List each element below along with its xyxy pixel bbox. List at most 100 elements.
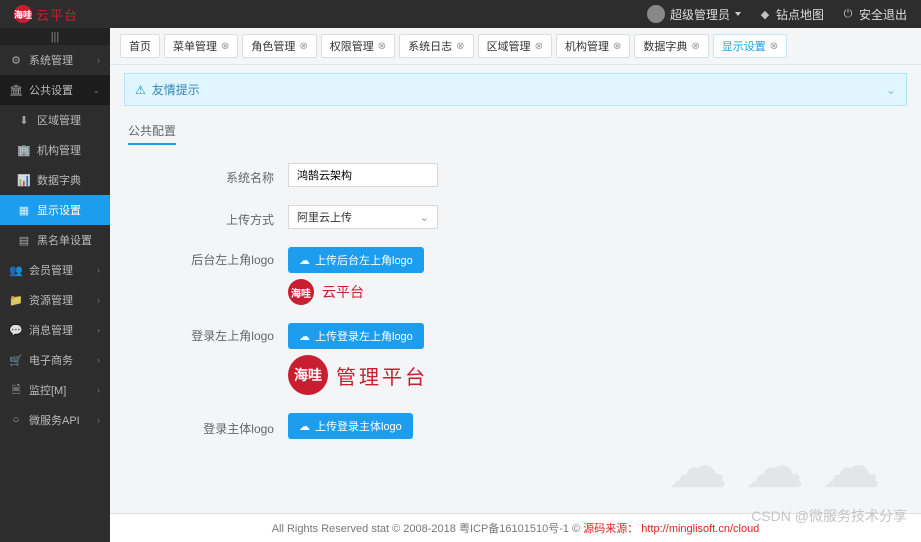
sidebar-item-8[interactable]: 📁资源管理›: [0, 285, 110, 315]
menu-icon: 🗎: [10, 384, 22, 396]
config-form: 系统名称 上传方式 阿里云上传 ⌄ 后台左上角logo ☁: [110, 153, 921, 467]
tab-label: 显示设置: [722, 38, 766, 54]
sidebar-item-4[interactable]: 📊数据字典: [0, 165, 110, 195]
tab-label: 系统日志: [408, 38, 452, 54]
menu-icon: 📁: [10, 294, 22, 306]
menu-icon: 💬: [10, 324, 22, 336]
sidebar-label: 数据字典: [37, 172, 81, 188]
sidebar-label: 监控[M]: [29, 382, 66, 398]
sidebar-label: 机构管理: [37, 142, 81, 158]
menu-icon: ▦: [18, 204, 30, 216]
upload-mode-select[interactable]: 阿里云上传 ⌄: [288, 205, 438, 229]
logo-login-label: 登录左上角logo: [128, 323, 288, 344]
tab-8[interactable]: 显示设置 ⊗: [713, 34, 787, 58]
avatar-icon: [647, 5, 665, 23]
topbar: 海哇 云平台 超级管理员 ◆ 钻点地图 ⏻ 安全退出: [0, 0, 921, 28]
chevron-icon: ⌄: [92, 85, 100, 96]
sitemap-link[interactable]: ◆ 钻点地图: [759, 6, 824, 23]
upload-mode-label: 上传方式: [128, 207, 288, 228]
copyright-text: All Rights Reserved stat © 2008-2018 粤IC…: [272, 523, 580, 535]
close-icon[interactable]: ⊗: [770, 41, 778, 52]
sidebar-item-3[interactable]: 🏢 机构管理: [0, 135, 110, 165]
tab-bar: 首页菜单管理 ⊗角色管理 ⊗权限管理 ⊗系统日志 ⊗区域管理 ⊗机构管理 ⊗数据…: [110, 28, 921, 65]
logo-main-label: 登录主体logo: [128, 416, 288, 437]
footer: All Rights Reserved stat © 2008-2018 粤IC…: [110, 513, 921, 542]
logout-link[interactable]: ⏻ 安全退出: [842, 6, 907, 23]
sys-name-input[interactable]: [288, 163, 438, 187]
sidebar-item-6[interactable]: ▤ 黑名单设置: [0, 225, 110, 255]
close-icon[interactable]: ⊗: [535, 41, 543, 52]
topbar-right: 超级管理员 ◆ 钻点地图 ⏻ 安全退出: [647, 5, 907, 23]
sidebar-item-10[interactable]: 🛒电子商务›: [0, 345, 110, 375]
diamond-icon: ◆: [759, 8, 771, 20]
sidebar-label: 公共设置: [29, 82, 73, 98]
brand-name: 云平台: [36, 5, 78, 24]
sidebar-label: 会员管理: [29, 262, 73, 278]
content-area: 首页菜单管理 ⊗角色管理 ⊗权限管理 ⊗系统日志 ⊗区域管理 ⊗机构管理 ⊗数据…: [110, 28, 921, 542]
tab-label: 菜单管理: [173, 38, 217, 54]
chevron-icon: ›: [97, 265, 100, 275]
sidebar-item-12[interactable]: ○微服务API›: [0, 405, 110, 435]
chevron-down-icon: ⌄: [420, 211, 429, 224]
close-icon[interactable]: ⊗: [456, 41, 464, 52]
tab-1[interactable]: 菜单管理 ⊗: [164, 34, 238, 58]
user-menu[interactable]: 超级管理员: [647, 5, 741, 23]
cloud-upload-icon: ☁: [299, 254, 310, 267]
menu-icon: ⬇: [18, 114, 30, 126]
sys-name-label: 系统名称: [128, 165, 288, 186]
sidebar-item-1[interactable]: 🏛 公共设置 ⌄: [0, 75, 110, 105]
chevron-icon: ›: [97, 325, 100, 335]
sidebar-item-2[interactable]: ⬇区域管理: [0, 105, 110, 135]
source-link[interactable]: http://minglisoft.cn/cloud: [641, 523, 759, 535]
sitemap-label: 钻点地图: [776, 6, 824, 23]
logo-login-preview: 海哇 管理平台: [288, 355, 903, 395]
cloud-upload-icon: ☁: [299, 420, 310, 433]
tab-4[interactable]: 系统日志 ⊗: [399, 34, 473, 58]
tab-2[interactable]: 角色管理 ⊗: [242, 34, 316, 58]
tab-3[interactable]: 权限管理 ⊗: [321, 34, 395, 58]
sidebar-label: 微服务API: [29, 412, 80, 428]
chevron-icon: ›: [97, 355, 100, 365]
tab-label: 权限管理: [330, 38, 374, 54]
menu-icon: ▤: [18, 234, 30, 246]
sidebar-item-9[interactable]: 💬消息管理›: [0, 315, 110, 345]
close-icon[interactable]: ⊗: [613, 41, 621, 52]
brand-logo: 海哇 云平台: [14, 5, 78, 24]
tab-label: 机构管理: [565, 38, 609, 54]
preview-badge-icon: 海哇: [288, 355, 328, 395]
sidebar-item-11[interactable]: 🗎监控[M]›: [0, 375, 110, 405]
sidebar: ||| ⚙系统管理› 🏛 公共设置 ⌄ ⬇区域管理 🏢 机构管理 📊数据字典 ▦ 显示设置 ▤ 黑名单…: [0, 28, 110, 542]
chevron-icon: ›: [97, 295, 100, 305]
close-icon[interactable]: ⊗: [691, 41, 699, 52]
tab-7[interactable]: 数据字典 ⊗: [634, 34, 708, 58]
close-icon[interactable]: ⊗: [378, 41, 386, 52]
sidebar-item-7[interactable]: 👥 会员管理 ›: [0, 255, 110, 285]
upload-logo-main-button[interactable]: ☁ 上传登录主体logo: [288, 413, 413, 439]
close-icon[interactable]: ⊗: [221, 41, 229, 52]
close-icon[interactable]: ⊗: [299, 41, 307, 52]
tab-5[interactable]: 区域管理 ⊗: [478, 34, 552, 58]
sidebar-label: 黑名单设置: [37, 232, 92, 248]
upload-logo-login-button[interactable]: ☁ 上传登录左上角logo: [288, 323, 424, 349]
section-title: 公共配置: [128, 122, 903, 145]
menu-icon: 👥: [10, 264, 22, 276]
chevron-down-icon: [735, 12, 741, 16]
menu-icon: 🛒: [10, 354, 22, 366]
tab-label: 区域管理: [487, 38, 531, 54]
menu-icon: 🏢: [18, 144, 30, 156]
upload-logo-top-button[interactable]: ☁ 上传后台左上角logo: [288, 247, 424, 273]
sidebar-item-5[interactable]: ▦ 显示设置: [0, 195, 110, 225]
tab-6[interactable]: 机构管理 ⊗: [556, 34, 630, 58]
chevron-icon: ›: [97, 415, 100, 425]
preview-badge-icon: 海哇: [288, 279, 314, 305]
sidebar-item-0[interactable]: ⚙系统管理›: [0, 45, 110, 75]
power-icon: ⏻: [842, 8, 854, 20]
sidebar-collapse-button[interactable]: |||: [0, 28, 110, 45]
upload-mode-value: 阿里云上传: [297, 209, 352, 225]
menu-icon: 🏛: [10, 84, 22, 96]
sidebar-label: 显示设置: [37, 202, 81, 218]
alert-collapse-toggle[interactable]: ⌄: [886, 83, 896, 97]
tab-label: 数据字典: [643, 38, 687, 54]
menu-icon: ⚙: [10, 54, 22, 66]
tab-0[interactable]: 首页: [120, 34, 160, 58]
